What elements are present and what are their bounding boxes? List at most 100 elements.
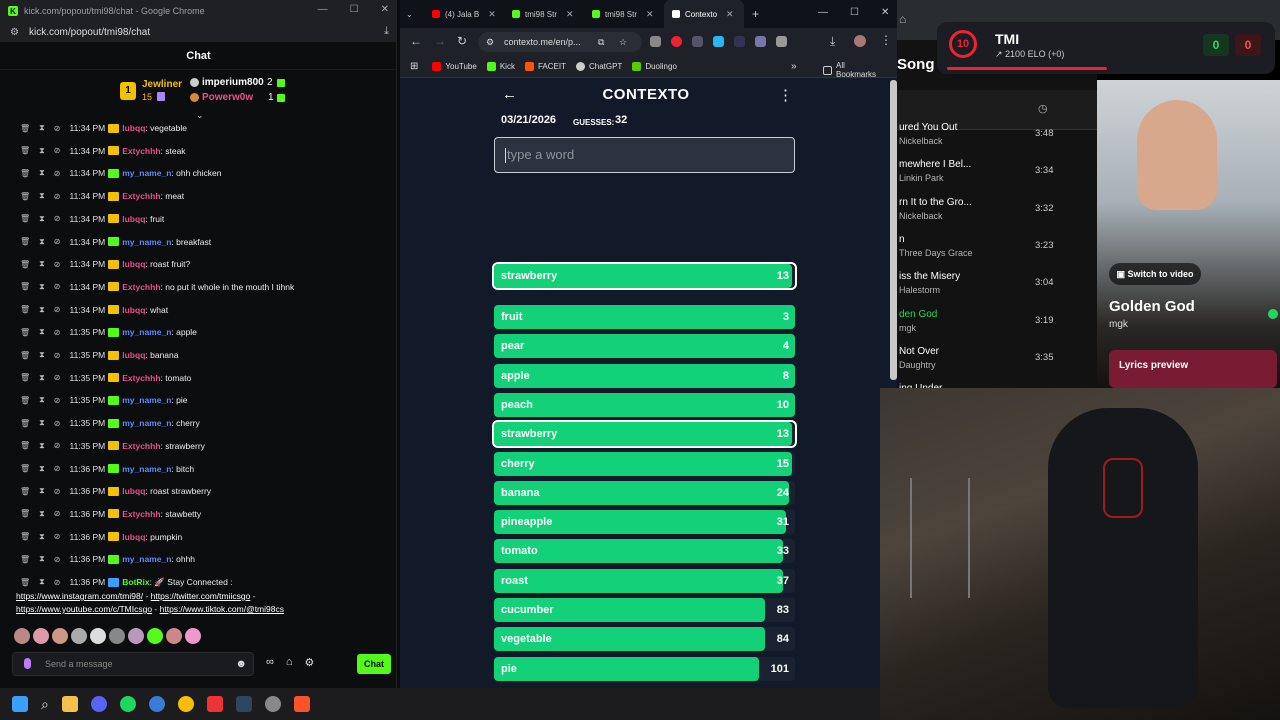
- extension-icon[interactable]: [671, 36, 682, 47]
- maximize-icon[interactable]: ☐: [850, 7, 859, 18]
- track-row[interactable]: den God mgk 3:19: [897, 305, 1097, 342]
- chat-message[interactable]: 🗑 ⧗ ⊘ 11:35 PM my_name_n: cherry: [0, 412, 397, 434]
- track-row[interactable]: mewhere I Bel... Linkin Park 3:34: [897, 155, 1097, 192]
- install-icon[interactable]: ⧉: [598, 32, 604, 52]
- message-username[interactable]: lubqq: [122, 350, 145, 360]
- app-icon[interactable]: [206, 696, 223, 712]
- ban-icon[interactable]: ⊘: [54, 260, 61, 269]
- settings-icon[interactable]: ⚙: [305, 656, 315, 669]
- bookmark-faceit[interactable]: FACEIT: [524, 62, 566, 71]
- now-playing-artist[interactable]: mgk: [1109, 319, 1128, 330]
- twitter-link[interactable]: https://twitter.com/tmiicsgo: [151, 591, 251, 601]
- bookmark-youtube[interactable]: YouTube: [432, 62, 477, 71]
- youtube-link[interactable]: https://www.youtube.com/c/TMIcsgo: [16, 604, 152, 614]
- chat-message[interactable]: 🗑 ⧗ ⊘ 11:36 PM lubqq: roast strawberry: [0, 480, 397, 502]
- close-icon[interactable]: ✕: [881, 7, 889, 18]
- track-artist[interactable]: Three Days Grace: [899, 248, 973, 258]
- track-artist[interactable]: Nickelback: [899, 211, 943, 221]
- switch-to-video-button[interactable]: ▣ Switch to video: [1109, 263, 1201, 285]
- delete-icon[interactable]: 🗑: [20, 328, 30, 337]
- bookmark-star-icon[interactable]: ☆: [619, 32, 627, 52]
- infinity-icon[interactable]: ∞: [266, 656, 274, 669]
- message-username[interactable]: my_name_n: [122, 464, 171, 474]
- store-icon[interactable]: ⌂: [286, 656, 293, 669]
- timeout-icon[interactable]: ⧗: [39, 214, 45, 224]
- minimize-icon[interactable]: —: [318, 4, 328, 15]
- extension-icon[interactable]: [734, 36, 745, 47]
- extension-icon[interactable]: [692, 36, 703, 47]
- delete-icon[interactable]: 🗑: [20, 351, 30, 360]
- message-username[interactable]: my_name_n: [122, 237, 171, 247]
- timeout-icon[interactable]: ⧗: [39, 327, 45, 337]
- message-username[interactable]: Extychhh: [122, 373, 160, 383]
- tab-close-icon[interactable]: ✕: [646, 9, 654, 20]
- track-row[interactable]: iss the Misery Halestorm 3:04: [897, 267, 1097, 304]
- track-artist[interactable]: Nickelback: [899, 136, 943, 146]
- ban-icon[interactable]: ⊘: [54, 532, 61, 541]
- send-message-input[interactable]: Send a message ☻: [12, 652, 254, 676]
- chat-send-button[interactable]: Chat: [357, 654, 391, 674]
- word-input[interactable]: type a word: [494, 137, 795, 173]
- minimize-icon[interactable]: —: [818, 7, 828, 18]
- gifter-name[interactable]: imperium800: [202, 77, 264, 88]
- site-settings-icon[interactable]: ⚙: [486, 32, 494, 52]
- delete-icon[interactable]: 🗑: [20, 260, 30, 269]
- chat-message[interactable]: 🗑 ⧗ ⊘ 11:34 PM Extychhh: steak: [0, 140, 397, 162]
- ban-icon[interactable]: ⊘: [54, 351, 61, 360]
- more-bookmarks-icon[interactable]: »: [791, 61, 797, 72]
- message-username[interactable]: lubqq: [122, 486, 145, 496]
- chat-message[interactable]: 🗑 ⧗ ⊘ 11:35 PM my_name_n: pie: [0, 389, 397, 411]
- message-username[interactable]: lubqq: [122, 214, 145, 224]
- ban-icon[interactable]: ⊘: [54, 555, 61, 564]
- delete-icon[interactable]: 🗑: [20, 509, 30, 518]
- download-icon[interactable]: ⤓: [830, 34, 835, 49]
- delete-icon[interactable]: 🗑: [20, 487, 30, 496]
- delete-icon[interactable]: 🗑: [20, 464, 30, 473]
- track-artist[interactable]: mgk: [899, 323, 916, 333]
- delete-icon[interactable]: 🗑: [20, 192, 30, 201]
- track-row[interactable]: Not Over Daughtry 3:35: [897, 342, 1097, 379]
- message-username[interactable]: my_name_n: [122, 395, 171, 405]
- new-tab-button[interactable]: +: [744, 0, 767, 28]
- ban-icon[interactable]: ⊘: [54, 214, 61, 223]
- delete-icon[interactable]: 🗑: [20, 555, 30, 564]
- tab-close-icon[interactable]: ✕: [488, 9, 496, 20]
- emoji-icon[interactable]: ☻: [235, 653, 247, 675]
- microphone-icon[interactable]: [24, 658, 31, 669]
- timeout-icon[interactable]: ⧗: [39, 123, 45, 133]
- timeout-icon[interactable]: ⧗: [39, 259, 45, 269]
- chat-message-list[interactable]: 🗑 ⧗ ⊘ 11:34 PM lubqq: vegetable 🗑 ⧗ ⊘ 11:34 PM Ex…: [0, 117, 397, 622]
- emote-icon[interactable]: [109, 628, 125, 644]
- ban-icon[interactable]: ⊘: [54, 169, 61, 178]
- tab-close-icon[interactable]: ✕: [566, 9, 574, 20]
- close-icon[interactable]: ✕: [381, 4, 389, 15]
- chat-message[interactable]: 🗑 ⧗ ⊘ 11:35 PM Extychhh: tomato: [0, 367, 397, 389]
- chat-message[interactable]: 🗑 ⧗ ⊘ 11:34 PM my_name_n: ohh chicken: [0, 162, 397, 184]
- message-username[interactable]: my_name_n: [122, 168, 171, 178]
- forward-icon[interactable]: →: [434, 34, 446, 48]
- timeout-icon[interactable]: ⧗: [39, 350, 45, 360]
- home-icon[interactable]: ⌂: [899, 12, 906, 26]
- bookmark-duolingo[interactable]: Duolingo: [632, 62, 677, 71]
- chat-message[interactable]: 🗑 ⧗ ⊘ 11:34 PM lubqq: vegetable: [0, 117, 397, 139]
- ban-icon[interactable]: ⊘: [54, 373, 61, 382]
- delete-icon[interactable]: 🗑: [20, 396, 30, 405]
- menu-kebab-icon[interactable]: ⋮: [880, 33, 892, 47]
- steam-icon[interactable]: [235, 696, 252, 712]
- app-icon[interactable]: [148, 696, 165, 712]
- message-username[interactable]: lubqq: [122, 259, 145, 269]
- emote-icon[interactable]: [147, 628, 163, 644]
- chat-message[interactable]: 🗑 ⧗ ⊘ 11:34 PM Extychhh: no put it whole in …: [0, 276, 397, 298]
- timeout-icon[interactable]: ⧗: [39, 168, 45, 178]
- browser-tab[interactable]: Contexto ✕: [664, 0, 744, 28]
- profile-avatar[interactable]: [854, 35, 866, 47]
- track-artist[interactable]: Halestorm: [899, 285, 940, 295]
- tab-list-dropdown[interactable]: ⌄: [400, 0, 424, 28]
- ban-icon[interactable]: ⊘: [54, 396, 61, 405]
- site-info-icon[interactable]: ⚙: [10, 27, 19, 38]
- chat-message[interactable]: 🗑 ⧗ ⊘ 11:34 PM lubqq: roast fruit?: [0, 253, 397, 275]
- delete-icon[interactable]: 🗑: [20, 441, 30, 450]
- chat-message[interactable]: 🗑 ⧗ ⊘ 11:34 PM my_name_n: breakfast: [0, 231, 397, 253]
- lyrics-preview-card[interactable]: Lyrics preview: [1109, 350, 1277, 388]
- emote-icon[interactable]: [14, 628, 30, 644]
